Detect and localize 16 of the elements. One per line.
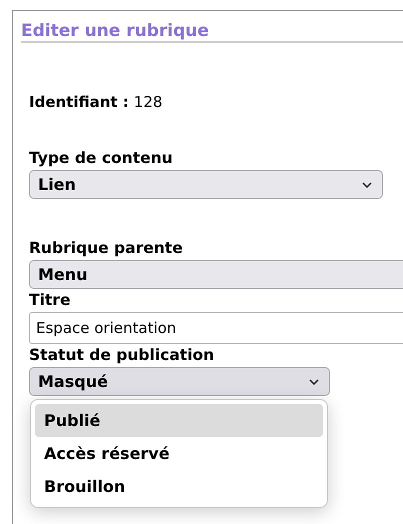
chevron-down-icon: [309, 378, 319, 384]
identifier-value: 128: [134, 93, 162, 111]
chevron-down-icon: [362, 182, 372, 188]
dropdown-select[interactable]: Lien: [29, 170, 383, 199]
page-heading: Editer une rubrique: [21, 21, 209, 41]
dropdown-select[interactable]: Menu: [29, 260, 403, 289]
field-label: Type de contenu: [29, 149, 173, 167]
field-label: Statut de publication: [29, 346, 214, 364]
field-label: Titre: [29, 291, 70, 309]
dropdown-select[interactable]: Masqué: [29, 367, 330, 396]
dropdown-option[interactable]: Brouillon: [35, 470, 323, 503]
dropdown-option[interactable]: Publié: [35, 404, 323, 437]
title-input-field[interactable]: Espace orientation: [29, 312, 403, 344]
dropdown-option[interactable]: Accès réservé: [35, 437, 323, 470]
field-label: Rubrique parente: [29, 239, 183, 257]
identifier-label: Identifiant :: [29, 93, 129, 111]
